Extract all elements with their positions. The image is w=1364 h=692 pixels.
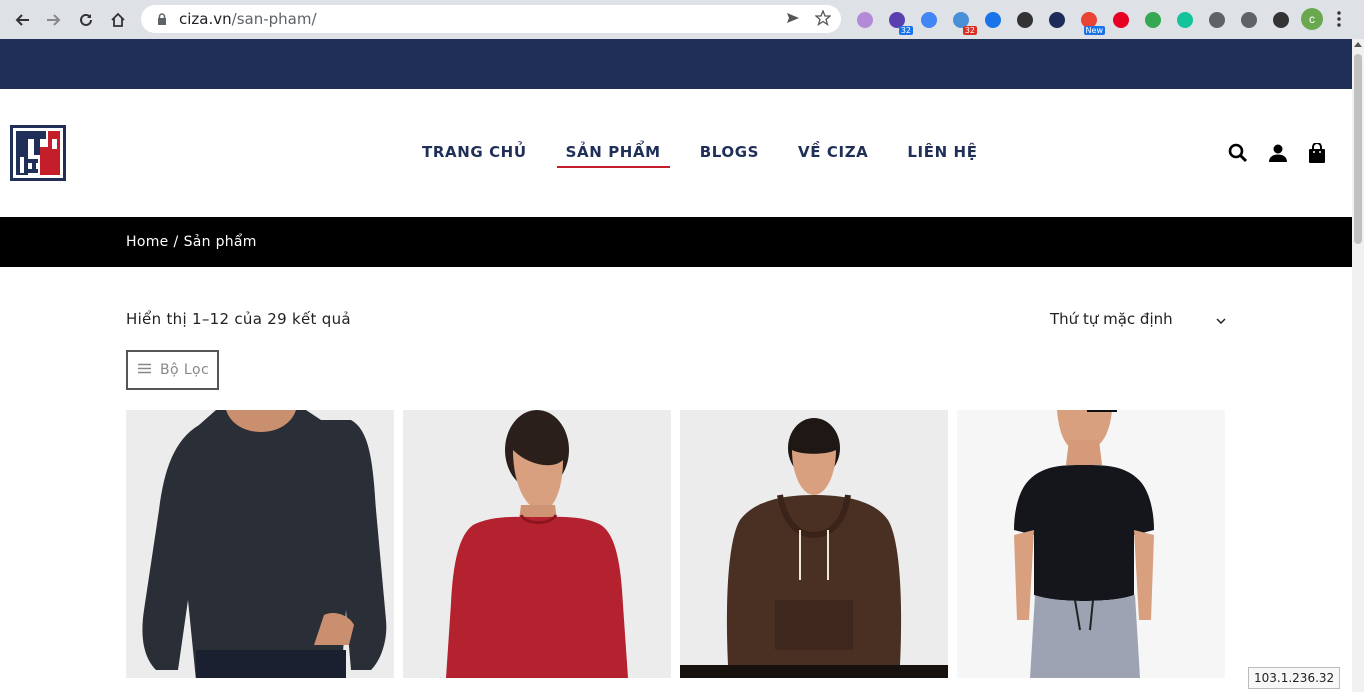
reload-icon[interactable] — [70, 4, 102, 36]
graduation-icon[interactable]: 32 — [884, 7, 913, 35]
main-menu: TRANG CHỦ SẢN PHẨM BLOGS VỀ CIZA LIÊN HỆ — [412, 143, 1007, 168]
puzzle-icon[interactable] — [1236, 7, 1261, 32]
product-card-red-longsleeve[interactable] — [403, 410, 671, 678]
status-ip-badge: 103.1.236.32 — [1248, 667, 1341, 689]
recycle-icon-glyph — [1208, 11, 1225, 28]
breadcrumb-home-link[interactable]: Home — [126, 234, 169, 250]
filter-label: Bộ Lọc — [160, 362, 210, 378]
sidepanel-icon[interactable] — [1268, 7, 1293, 32]
ciza-logo[interactable] — [10, 125, 66, 181]
product-grid — [126, 410, 1225, 678]
translate-icon[interactable] — [916, 7, 941, 32]
ip-icon[interactable] — [1044, 7, 1069, 32]
header-icons — [1228, 142, 1326, 168]
puzzle-icon-glyph — [1240, 11, 1257, 28]
a-icon-glyph — [984, 11, 1001, 28]
weather-icon-badge: 32 — [962, 26, 977, 35]
pinterest-icon[interactable] — [1108, 7, 1133, 32]
breadcrumb: Home / Sản phẩm — [126, 234, 257, 250]
sync-icon[interactable] — [1012, 7, 1037, 32]
product-card-black-tshirt[interactable] — [957, 410, 1225, 678]
wiki-icon-glyph — [856, 11, 873, 28]
menu-dots-icon[interactable] — [1336, 10, 1342, 33]
back-icon[interactable] — [6, 4, 38, 36]
breadcrumb-current: Sản phẩm — [183, 234, 257, 250]
product-image-brown-hoodie — [680, 410, 948, 678]
search-icon[interactable] — [1228, 143, 1248, 168]
camera-icon[interactable]: New — [1076, 7, 1105, 35]
sort-select-value: Thứ tự mặc định — [1050, 310, 1173, 328]
product-card-navy-longsleeve[interactable] — [126, 410, 394, 678]
recycle-icon[interactable] — [1204, 7, 1229, 32]
weather-icon[interactable]: 32 — [948, 7, 977, 35]
sidepanel-icon-glyph — [1272, 11, 1289, 28]
user-icon[interactable] — [1268, 143, 1288, 168]
nav-item-4[interactable]: LIÊN HỆ — [897, 143, 987, 167]
bolt-icon[interactable] — [1140, 7, 1165, 32]
bookmark-star-icon[interactable] — [814, 9, 832, 31]
filter-button[interactable]: Bộ Lọc — [126, 350, 219, 390]
a-icon[interactable] — [980, 7, 1005, 32]
nav-item-2[interactable]: BLOGS — [690, 143, 769, 167]
grammarly-icon[interactable] — [1172, 7, 1197, 32]
product-image-navy-longsleeve — [126, 410, 394, 678]
graduation-icon-badge: 32 — [898, 26, 913, 35]
send-icon[interactable] — [785, 10, 801, 31]
home-icon[interactable] — [102, 4, 134, 36]
shopping-bag-icon[interactable] — [1308, 142, 1326, 168]
product-card-brown-hoodie[interactable] — [680, 410, 948, 678]
ip-icon-glyph — [1048, 11, 1065, 28]
nav-item-0[interactable]: TRANG CHỦ — [412, 143, 537, 167]
lock-icon — [155, 12, 169, 26]
browser-toolbar: ciza.vn/san-pham/ 32 32 New c — [0, 0, 1364, 39]
nav-item-1[interactable]: SẢN PHẨM — [556, 143, 671, 168]
grammarly-icon-glyph — [1176, 11, 1193, 28]
top-bar — [0, 39, 1352, 89]
page-scrollbar[interactable] — [1352, 39, 1364, 692]
hamburger-icon — [138, 362, 151, 378]
result-count: Hiển thị 1–12 của 29 kết quả — [126, 310, 351, 328]
nav-item-3[interactable]: VỀ CIZA — [788, 143, 878, 167]
pinterest-icon-glyph — [1112, 11, 1129, 28]
wiki-icon[interactable] — [852, 7, 877, 32]
extensions-bar: 32 32 New — [852, 7, 1293, 35]
breadcrumb-separator: / — [173, 234, 179, 250]
url-text: ciza.vn/san-pham/ — [179, 10, 317, 28]
forward-icon[interactable] — [38, 4, 70, 36]
sort-select[interactable]: Thứ tự mặc định — [1050, 310, 1226, 328]
breadcrumb-bar: Home / Sản phẩm — [0, 217, 1352, 267]
chevron-down-icon — [1216, 310, 1226, 328]
scroll-up-icon[interactable] — [1354, 42, 1362, 47]
product-image-red-longsleeve — [403, 410, 671, 678]
sync-icon-glyph — [1016, 11, 1033, 28]
profile-avatar[interactable]: c — [1301, 8, 1323, 30]
camera-icon-badge: New — [1083, 26, 1105, 35]
product-image-black-tshirt — [957, 410, 1225, 678]
address-bar[interactable]: ciza.vn/san-pham/ — [141, 5, 841, 33]
translate-icon-glyph — [920, 11, 937, 28]
scrollbar-thumb[interactable] — [1354, 54, 1362, 244]
site-header: TRANG CHỦ SẢN PHẨM BLOGS VỀ CIZA LIÊN HỆ — [0, 89, 1352, 217]
bolt-icon-glyph — [1144, 11, 1161, 28]
